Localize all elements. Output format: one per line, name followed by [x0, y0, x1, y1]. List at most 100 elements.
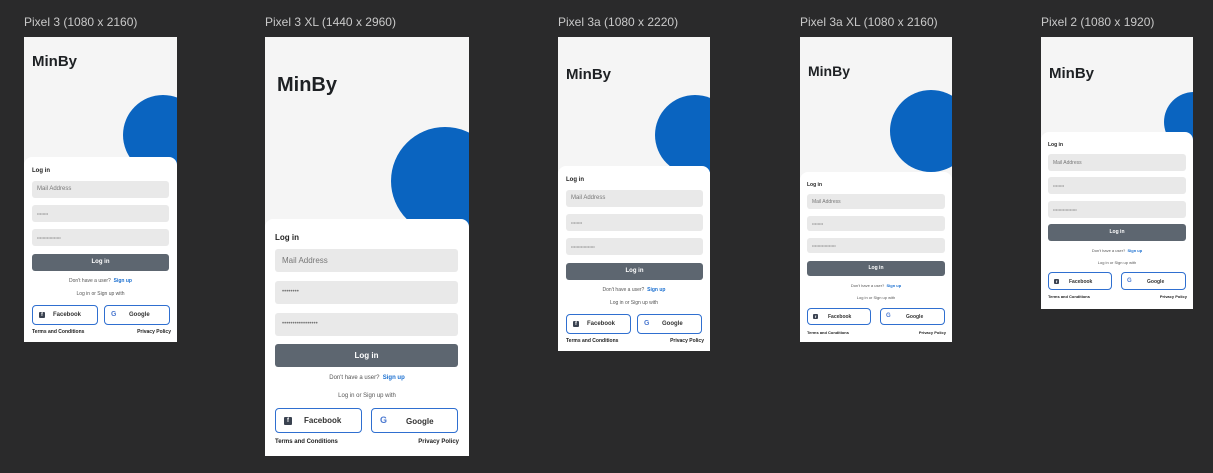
- google-icon: G: [644, 320, 650, 327]
- privacy-link[interactable]: Privacy Policy: [919, 330, 946, 335]
- app-logo: MinBy: [32, 53, 77, 70]
- login-button[interactable]: Log in: [807, 261, 945, 276]
- google-label: Google: [1147, 279, 1165, 285]
- no-user-text: Don't have a user?: [329, 375, 380, 381]
- privacy-link[interactable]: Privacy Policy: [418, 439, 459, 445]
- phone-screen: MinBy Log in Mail Address •••••••• •••••…: [265, 37, 469, 456]
- google-icon: G: [886, 313, 891, 319]
- facebook-button[interactable]: f Facebook: [1048, 272, 1112, 290]
- social-caption: Log in or Sign up with: [856, 295, 896, 300]
- email-field[interactable]: Mail Address: [32, 181, 169, 198]
- social-caption: Log in or Sign up with: [609, 300, 659, 306]
- sign-up-link[interactable]: Sign up: [887, 283, 902, 288]
- password-field[interactable]: ••••••••: [32, 205, 169, 222]
- phone-screen: MinBy Log in Mail Address •••••••• •••••…: [24, 37, 177, 342]
- login-title: Log in: [807, 182, 822, 188]
- social-caption: Log in or Sign up with: [1097, 260, 1137, 265]
- app-logo: MinBy: [277, 74, 337, 96]
- password-field[interactable]: ••••••••: [275, 281, 458, 304]
- signup-row: Don't have a user? Sign up: [24, 278, 177, 284]
- login-title: Log in: [32, 168, 50, 174]
- phone-screen: MinBy Log in Mail Address •••••••• •••••…: [800, 37, 952, 342]
- signup-row: Don't have a user? Sign up: [265, 375, 469, 381]
- terms-link[interactable]: Terms and Conditions: [566, 338, 618, 344]
- login-title: Log in: [1048, 142, 1063, 148]
- device-label: Pixel 3a XL (1080 x 2160): [800, 15, 938, 29]
- app-logo: MinBy: [566, 66, 611, 83]
- email-field[interactable]: Mail Address: [566, 190, 703, 207]
- signup-row: Don't have a user? Sign up: [558, 287, 710, 293]
- password-field[interactable]: ••••••••: [807, 216, 945, 231]
- privacy-link[interactable]: Privacy Policy: [670, 338, 704, 344]
- app-logo: MinBy: [808, 63, 850, 79]
- google-button[interactable]: G Google: [371, 408, 458, 433]
- email-field[interactable]: Mail Address: [807, 194, 945, 209]
- no-user-text: Don't have a user?: [850, 283, 885, 288]
- confirm-password-field[interactable]: •••••••••••••••••: [807, 238, 945, 253]
- sign-up-link[interactable]: Sign up: [1128, 248, 1143, 253]
- login-card: Log in Mail Address •••••••• •••••••••••…: [558, 166, 710, 351]
- facebook-label: Facebook: [304, 416, 342, 425]
- google-button[interactable]: G Google: [637, 314, 702, 334]
- login-title: Log in: [566, 177, 584, 183]
- device-label: Pixel 3a (1080 x 2220): [558, 15, 679, 29]
- google-label: Google: [129, 312, 150, 318]
- device-pixel-3-xl: Pixel 3 XL (1440 x 2960) MinBy Log in Ma…: [265, 15, 475, 460]
- no-user-text: Don't have a user?: [602, 287, 645, 293]
- app-logo: MinBy: [1049, 65, 1094, 82]
- google-label: Google: [906, 314, 924, 320]
- sign-up-link[interactable]: Sign up: [114, 278, 132, 284]
- facebook-button[interactable]: f Facebook: [275, 408, 362, 433]
- google-label: Google: [662, 321, 683, 327]
- facebook-icon: f: [813, 314, 818, 319]
- google-button[interactable]: G Google: [1121, 272, 1186, 290]
- login-button[interactable]: Log in: [275, 344, 458, 367]
- no-user-text: Don't have a user?: [1091, 248, 1126, 253]
- facebook-icon: f: [1054, 279, 1059, 284]
- confirm-password-field[interactable]: •••••••••••••••••: [32, 229, 169, 246]
- device-pixel-3a: Pixel 3a (1080 x 2220) MinBy Log in Mail…: [558, 15, 718, 355]
- login-button[interactable]: Log in: [32, 254, 169, 271]
- social-caption: Log in or Sign up with: [338, 393, 396, 399]
- phone-screen: MinBy Log in Mail Address •••••••• •••••…: [1041, 37, 1193, 309]
- facebook-icon: f: [573, 321, 579, 327]
- facebook-icon: f: [284, 417, 292, 425]
- terms-link[interactable]: Terms and Conditions: [1048, 294, 1090, 299]
- facebook-button[interactable]: f Facebook: [32, 305, 98, 325]
- facebook-label: Facebook: [53, 312, 82, 318]
- email-field[interactable]: Mail Address: [275, 249, 458, 272]
- login-button[interactable]: Log in: [566, 263, 703, 280]
- password-field[interactable]: ••••••••: [566, 214, 703, 231]
- terms-link[interactable]: Terms and Conditions: [807, 330, 849, 335]
- google-icon: G: [1127, 278, 1132, 284]
- login-title: Log in: [275, 233, 299, 242]
- password-field[interactable]: ••••••••: [1048, 177, 1186, 194]
- terms-link[interactable]: Terms and Conditions: [275, 439, 338, 445]
- confirm-password-field[interactable]: •••••••••••••••••: [1048, 201, 1186, 218]
- device-pixel-3a-xl: Pixel 3a XL (1080 x 2160) MinBy Log in M…: [800, 15, 960, 350]
- device-label: Pixel 3 XL (1440 x 2960): [265, 15, 396, 29]
- terms-link[interactable]: Terms and Conditions: [32, 329, 84, 335]
- login-card: Log in Mail Address •••••••• •••••••••••…: [800, 172, 952, 342]
- login-card: Log in Mail Address •••••••• •••••••••••…: [24, 157, 177, 342]
- google-icon: G: [380, 415, 388, 425]
- facebook-button[interactable]: f Facebook: [807, 308, 871, 325]
- privacy-link[interactable]: Privacy Policy: [137, 329, 171, 335]
- accent-circle: [890, 90, 952, 172]
- facebook-icon: f: [39, 312, 45, 318]
- email-field[interactable]: Mail Address: [1048, 154, 1186, 171]
- sign-up-link[interactable]: Sign up: [647, 287, 665, 293]
- signup-row: Don't have a user? Sign up: [800, 283, 952, 288]
- confirm-password-field[interactable]: •••••••••••••••••: [275, 313, 458, 336]
- login-button[interactable]: Log in: [1048, 224, 1186, 241]
- privacy-link[interactable]: Privacy Policy: [1160, 294, 1187, 299]
- google-button[interactable]: G Google: [880, 308, 945, 325]
- accent-circle: [655, 95, 710, 175]
- confirm-password-field[interactable]: •••••••••••••••••: [566, 238, 703, 255]
- no-user-text: Don't have a user?: [69, 278, 111, 284]
- facebook-button[interactable]: f Facebook: [566, 314, 631, 334]
- google-icon: G: [111, 311, 117, 318]
- google-button[interactable]: G Google: [104, 305, 170, 325]
- login-card: Log in Mail Address •••••••• •••••••••••…: [265, 219, 469, 456]
- sign-up-link[interactable]: Sign up: [383, 375, 405, 381]
